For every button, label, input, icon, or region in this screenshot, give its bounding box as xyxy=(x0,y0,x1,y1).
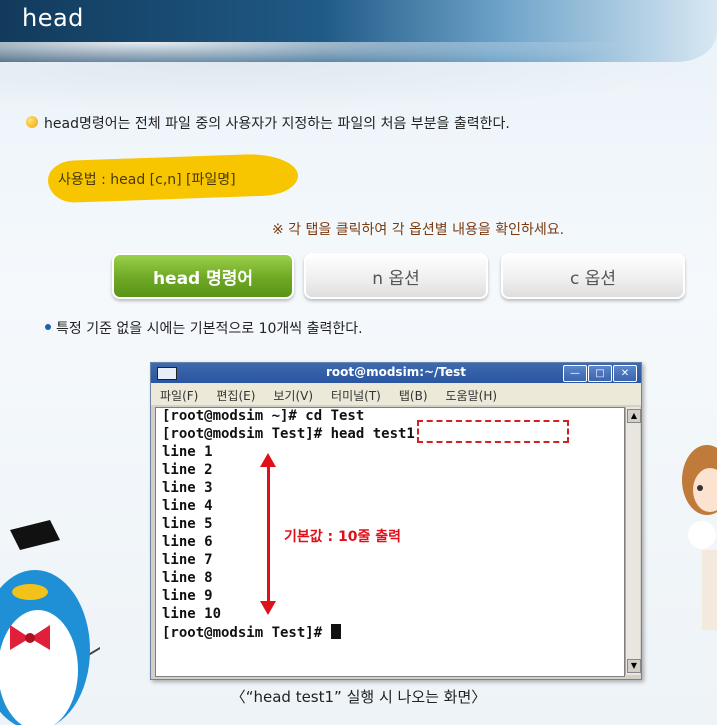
bullet-icon xyxy=(45,324,51,330)
default-note: 특정 기준 없을 시에는 기본적으로 10개씩 출력한다. xyxy=(56,321,363,337)
menu-file[interactable]: 파일(F) xyxy=(151,383,207,405)
arrow-down-icon xyxy=(260,601,276,615)
terminal-window: root@modsim:~/Test — □ ✕ 파일(F) 편집(E) 보기(… xyxy=(150,362,642,680)
usage-text: 사용법 : head [c,n] [파일명] xyxy=(58,172,236,188)
scroll-down-icon[interactable]: ▼ xyxy=(627,659,641,673)
tab-head-command[interactable]: head 명령어 xyxy=(112,253,294,299)
terminal-line: line 9 xyxy=(162,588,213,604)
terminal-line: line 7 xyxy=(162,552,213,568)
scroll-up-icon[interactable]: ▲ xyxy=(627,409,641,423)
range-arrow xyxy=(267,465,270,603)
terminal-line: line 4 xyxy=(162,498,213,514)
minimize-icon[interactable]: — xyxy=(563,365,587,382)
tab-n-option[interactable]: n 옵션 xyxy=(304,253,488,299)
terminal-line: line 6 xyxy=(162,534,213,550)
tab-instruction: ※ 각 탭을 클릭하여 각 옵션별 내용을 확인하세요. xyxy=(272,222,565,238)
menu-terminal[interactable]: 터미널(T) xyxy=(322,383,390,405)
snow-decoration xyxy=(0,62,717,112)
menu-help[interactable]: 도움말(H) xyxy=(437,383,507,405)
terminal-menubar: 파일(F) 편집(E) 보기(V) 터미널(T) 탭(B) 도움말(H) xyxy=(151,383,641,405)
terminal-line: line 2 xyxy=(162,462,213,478)
cursor-icon xyxy=(330,624,341,639)
terminal-line: line 8 xyxy=(162,570,213,586)
tab-c-option[interactable]: c 옵션 xyxy=(501,253,685,299)
terminal-titlebar: root@modsim:~/Test — □ ✕ xyxy=(151,363,641,383)
intro-text: head명령어는 전체 파일 중의 사용자가 지정하는 파일의 처음 부분을 출… xyxy=(44,116,510,132)
tab-label: c 옵션 xyxy=(569,268,617,289)
tab-label: n 옵션 xyxy=(372,268,420,289)
terminal-scrollbar[interactable]: ▲ ▼ xyxy=(625,407,641,675)
menu-edit[interactable]: 편집(E) xyxy=(207,383,264,405)
terminal-prompt: [root@modsim Test]# xyxy=(162,625,331,641)
menu-view[interactable]: 보기(V) xyxy=(264,383,322,405)
penguin-mascot-icon xyxy=(0,520,100,725)
terminal-line: line 1 xyxy=(162,444,213,460)
terminal-prompt-line: [root@modsim Test]# xyxy=(162,624,341,641)
header-banner: head xyxy=(0,0,717,82)
close-icon[interactable]: ✕ xyxy=(613,365,637,382)
terminal-line: line 10 xyxy=(162,606,222,622)
command-highlight xyxy=(417,420,569,443)
page-title: head xyxy=(22,4,84,32)
terminal-line: [root@modsim ~]# cd Test xyxy=(162,408,365,424)
girl-character-icon xyxy=(682,445,717,630)
tab-label: head 명령어 xyxy=(152,268,254,289)
maximize-icon[interactable]: □ xyxy=(588,365,612,382)
figure-caption: 〈“head test1” 실행 시 나오는 화면〉 xyxy=(230,688,487,706)
bullet-icon xyxy=(26,116,38,128)
terminal-line: line 3 xyxy=(162,480,213,496)
terminal-line: line 5 xyxy=(162,516,213,532)
default-annotation: 기본값 : 10줄 출력 xyxy=(284,529,401,545)
terminal-line: [root@modsim Test]# head test1 xyxy=(162,426,415,442)
menu-tabs[interactable]: 탭(B) xyxy=(390,383,437,405)
